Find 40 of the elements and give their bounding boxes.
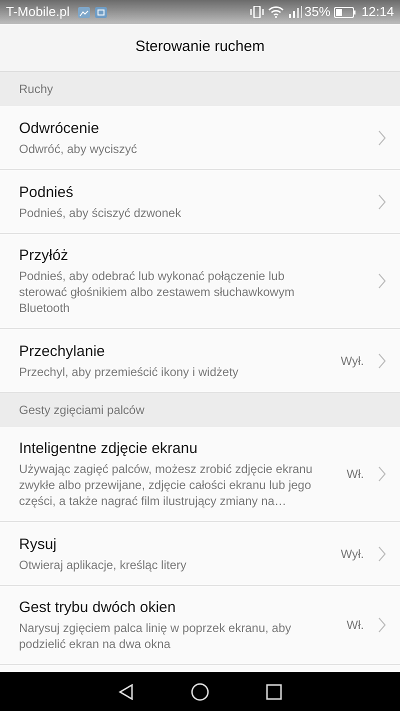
chevron-icon <box>378 466 386 482</box>
back-icon[interactable] <box>118 684 134 700</box>
setting-title: Odwrócenie <box>19 118 100 138</box>
section-title: Ruchy <box>19 81 54 98</box>
recents-icon[interactable] <box>266 684 282 700</box>
setting-description: Odwróć, aby wyciszyć <box>19 140 138 156</box>
clock: 12:14 <box>361 3 394 22</box>
carrier-name: T-Mobile.pl <box>6 3 70 22</box>
setting-title: Przyłóż <box>19 246 70 266</box>
chevron-icon <box>378 546 386 562</box>
signal-icon <box>288 6 302 18</box>
image-icon <box>78 6 90 18</box>
setting-description: Podnieś, aby odebrać lub wykonać połączenie lub sterować głośnikiem albo zestawem słuchawkowym Bluetooth <box>19 268 296 316</box>
setting-title: Rysuj <box>19 534 58 554</box>
setting-title: Gest trybu dwóch okien <box>19 598 177 618</box>
setting-title: Podnieś <box>19 182 74 202</box>
setting-description: Podnieś, aby ściszyć dzwonek <box>19 204 182 220</box>
chevron-icon <box>378 352 386 368</box>
setting-value: Wł. <box>346 617 364 634</box>
chevron-icon <box>378 130 386 146</box>
page-title: Sterowanie ruchem <box>135 37 265 58</box>
vibrate-icon <box>250 6 264 18</box>
picture-icon <box>94 6 107 18</box>
battery-icon <box>334 6 356 18</box>
chevron-icon <box>378 194 386 210</box>
setting-description: Otwieraj aplikacje, kreśląc litery <box>19 556 188 572</box>
setting-value: Wył. <box>340 352 364 370</box>
section-title: Gesty zgięciami palców <box>19 402 144 419</box>
setting-description: Używając zagięć palców, możesz zrobić zdjęcie ekranu zwykłe albo przewijane, zdjęcie całości ekranu lub jego części, a także nagrać film ilustrujący zmiany na… <box>19 461 314 509</box>
chevron-icon <box>378 617 386 633</box>
setting-description: Narysuj zgięciem palca linię w poprzek ekranu, aby podzielić ekran na dwa okna <box>19 620 292 652</box>
setting-title: Inteligentne zdjęcie ekranu <box>19 439 198 459</box>
setting-value: Wł. <box>346 466 364 483</box>
setting-description: Przechyl, aby przemieścić ikony i widżety <box>19 364 240 380</box>
home-icon[interactable] <box>190 682 209 700</box>
setting-title: Przechylanie <box>19 342 106 362</box>
setting-value: Wył. <box>340 546 364 562</box>
wifi-icon <box>268 6 284 18</box>
chevron-icon <box>378 273 386 289</box>
battery-percent: 35% <box>304 3 330 22</box>
